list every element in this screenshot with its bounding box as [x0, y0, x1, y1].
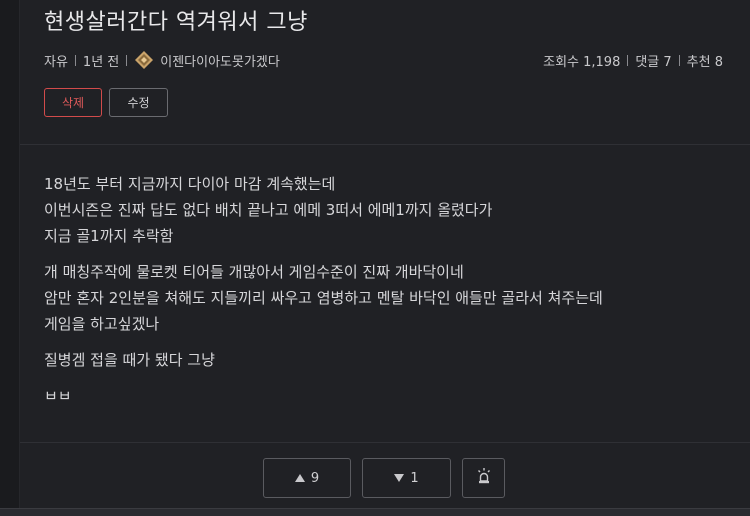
edit-button[interactable]: 수정	[109, 88, 168, 117]
post-stats: 조회수 1,198 댓글 7 추천 8	[543, 51, 723, 70]
body-line: 18년도 부터 지금까지 다이아 마감 계속했는데	[44, 175, 336, 193]
post-time: 1년 전	[82, 54, 120, 70]
upvote-button[interactable]: 9	[263, 458, 351, 498]
meta-separator	[74, 54, 76, 66]
post-meta: 자유 1년 전 이젠다이아도못가겠다	[44, 50, 280, 70]
post-author[interactable]: 이젠다이아도못가겠다	[160, 51, 280, 70]
meta-separator	[126, 54, 128, 66]
meta-separator	[678, 54, 680, 66]
siren-icon	[477, 468, 491, 488]
footer-strip	[0, 509, 750, 516]
meta-separator	[627, 54, 629, 66]
body-line: 게임을 하고싶겠나	[44, 315, 160, 333]
triangle-up-icon	[294, 474, 305, 482]
triangle-down-icon	[394, 474, 405, 482]
body-line: 암만 혼자 2인분을 쳐해도 지들끼리 싸우고 염병하고 멘탈 바닥인 애들만 …	[44, 289, 603, 307]
body-line: 이번시즌은 진짜 답도 없다 배치 끝나고 에메 3떠서 에메1까지 올렸다가	[44, 201, 493, 219]
post-title: 현생살러간다 역겨워서 그냥	[44, 10, 308, 35]
downvote-count: 1	[410, 470, 419, 486]
recommend-count: 추천 8	[686, 54, 723, 70]
body-line: 질병겜 접을 때가 됐다 그냥	[44, 351, 215, 369]
comment-count[interactable]: 댓글 7	[635, 51, 671, 70]
delete-button[interactable]: 삭제	[44, 88, 102, 117]
upvote-count: 9	[310, 470, 320, 486]
body-line: 개 매칭주작에 물로켓 티어들 개많아서 게임수준이 진짜 개바닥이네	[44, 263, 464, 281]
header-divider	[20, 144, 750, 145]
downvote-button[interactable]: 1	[362, 458, 451, 498]
post-body: 18년도 부터 지금까지 다이아 마감 계속했는데 이번시즌은 진짜 답도 없다…	[44, 171, 603, 409]
body-line: ㅂㅂ	[44, 387, 72, 405]
left-gutter	[0, 0, 20, 516]
view-count: 조회수 1,198	[543, 54, 621, 70]
vote-divider	[20, 442, 750, 443]
body-line: 지금 골1까지 추락함	[44, 227, 174, 245]
post-card: 현생살러간다 역겨워서 그냥 자유 1년 전 이젠다이아도못가겠다 조회수 1,…	[20, 0, 750, 509]
rank-emblem-icon	[134, 50, 154, 70]
report-button[interactable]	[462, 458, 505, 498]
post-category[interactable]: 자유	[44, 51, 68, 70]
